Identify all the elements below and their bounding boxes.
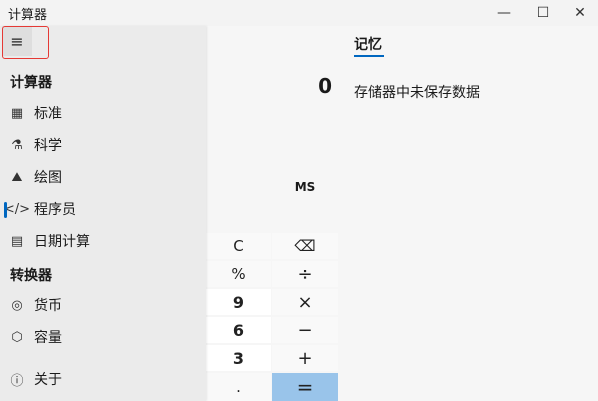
equals-button[interactable]: = — [272, 373, 338, 401]
backspace-icon[interactable]: ⌫ — [272, 233, 338, 259]
divide-button[interactable]: ÷ — [272, 261, 338, 287]
nav-item-label: 绘图 — [34, 170, 62, 186]
percent-button[interactable]: % — [206, 261, 271, 287]
nav-item-label: 日期计算 — [34, 234, 90, 250]
nav-item-scientific[interactable]: ⚗ 科学 — [0, 130, 206, 160]
calculator-icon: ▦ — [10, 105, 24, 121]
nav-item-standard[interactable]: ▦ 标准 — [0, 98, 206, 128]
menu-highlight-box — [2, 26, 49, 59]
close-button[interactable]: ✕ — [562, 0, 598, 26]
memory-tab-underline — [354, 55, 384, 57]
calendar-icon: ▤ — [10, 233, 24, 249]
digit-9-button[interactable]: 9 — [206, 289, 271, 315]
nav-item-volume[interactable]: ⬡ 容量 — [0, 322, 206, 352]
memory-store-button[interactable]: MS — [272, 180, 338, 194]
subtract-button[interactable]: − — [272, 317, 338, 343]
nav-section-converter: 转换器 — [10, 268, 52, 284]
add-button[interactable]: + — [272, 345, 338, 371]
nav-item-label: 货币 — [34, 298, 62, 314]
info-icon: ⓘ — [10, 373, 24, 389]
maximize-button[interactable]: ☐ — [525, 0, 561, 26]
graph-icon: ⛰ — [11, 169, 23, 185]
clear-button[interactable]: C — [206, 233, 271, 259]
nav-item-label: 关于 — [34, 372, 62, 388]
cube-icon: ⬡ — [11, 329, 23, 345]
decimal-button[interactable]: . — [206, 373, 271, 401]
digit-6-button[interactable]: 6 — [206, 317, 271, 343]
active-indicator — [4, 202, 7, 218]
memory-tab[interactable]: 记忆 — [354, 34, 382, 54]
nav-item-label: 容量 — [34, 330, 62, 346]
title-bar: 计算器 — ☐ ✕ — [0, 0, 598, 26]
nav-item-label: 科学 — [34, 138, 62, 154]
multiply-button[interactable]: × — [272, 289, 338, 315]
memory-empty-message: 存储器中未保存数据 — [354, 85, 480, 101]
display-value: 0 — [318, 74, 332, 98]
nav-item-label: 程序员 — [34, 202, 76, 218]
flask-icon: ⚗ — [11, 137, 23, 153]
window-title: 计算器 — [8, 8, 48, 23]
nav-item-programmer[interactable]: </> 程序员 — [0, 194, 206, 224]
nav-item-graphing[interactable]: ⛰ 绘图 — [0, 162, 206, 192]
nav-item-currency[interactable]: ◎ 货币 — [0, 290, 206, 320]
nav-item-date-calculation[interactable]: ▤ 日期计算 — [0, 226, 206, 256]
nav-section-calculator: 计算器 — [10, 75, 52, 91]
currency-icon: ◎ — [11, 297, 23, 313]
digit-3-button[interactable]: 3 — [206, 345, 271, 371]
minimize-button[interactable]: — — [486, 0, 522, 26]
nav-item-label: 标准 — [34, 106, 62, 122]
nav-item-about[interactable]: ⓘ 关于 — [0, 364, 206, 394]
